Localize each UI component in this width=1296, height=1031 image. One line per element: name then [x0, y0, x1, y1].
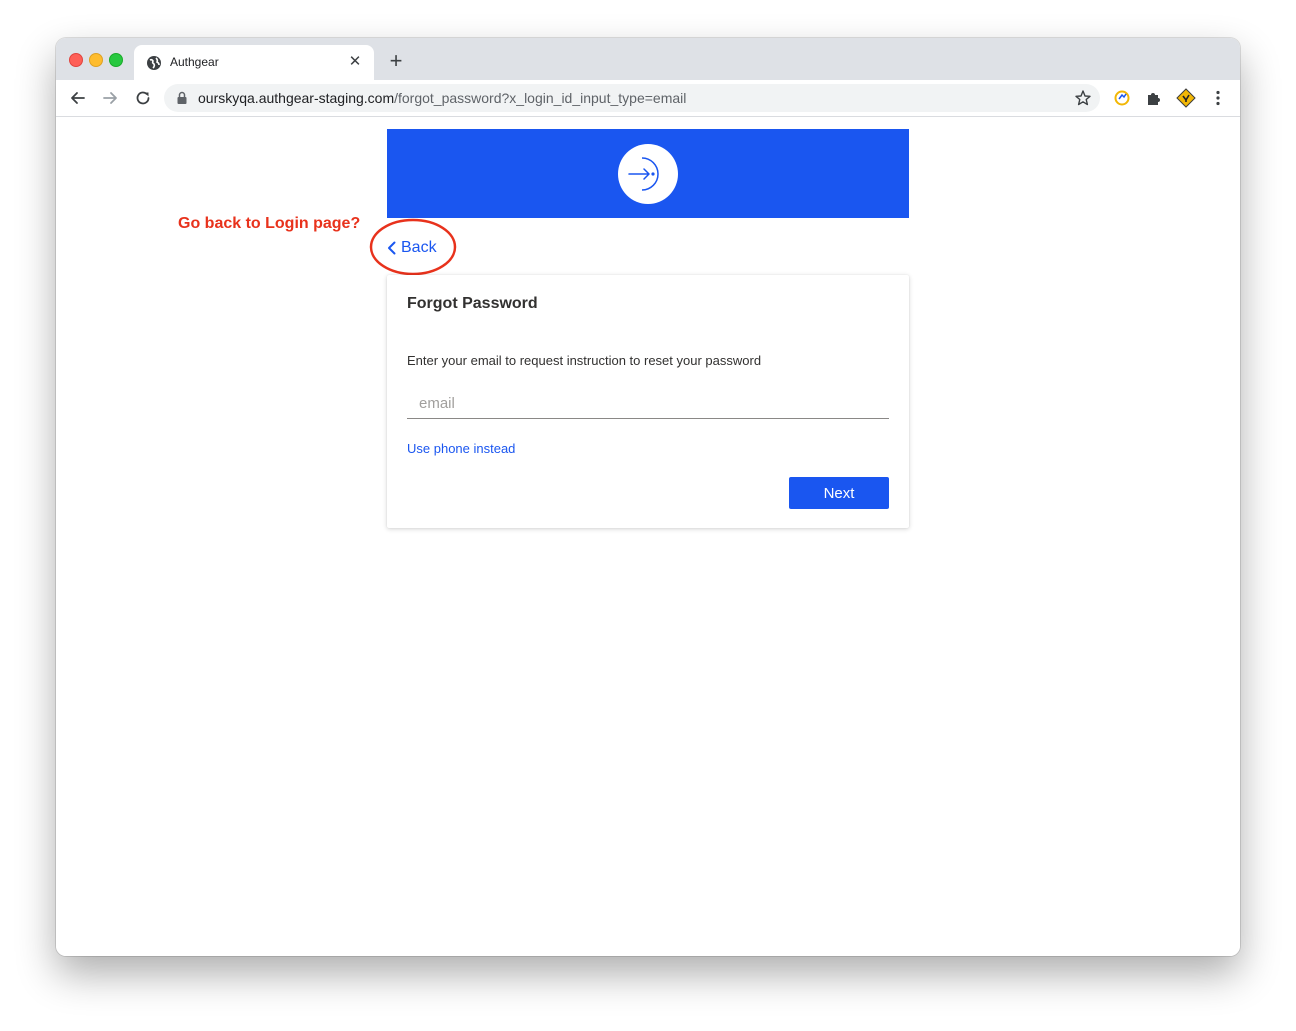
url-host: ourskyqa.authgear-staging.com: [198, 90, 395, 106]
tab-title: Authgear: [170, 55, 219, 69]
globe-icon: [147, 56, 161, 70]
new-tab-button[interactable]: +: [386, 50, 406, 72]
back-link[interactable]: Back: [387, 237, 437, 259]
reload-icon[interactable]: [132, 87, 154, 109]
url-text[interactable]: ourskyqa.authgear-staging.com/forgot_pas…: [198, 90, 686, 106]
title-bar: Authgear ✕ +: [56, 38, 1240, 80]
tab-close-icon[interactable]: ✕: [346, 53, 364, 71]
address-bar[interactable]: ourskyqa.authgear-staging.com/forgot_pas…: [164, 84, 1100, 112]
logo: [618, 144, 678, 204]
arrow-left-icon[interactable]: [67, 87, 89, 109]
extension-badge-icon[interactable]: [1112, 88, 1132, 108]
page-content: Go back to Login page? Back Forgot Passw…: [56, 117, 1240, 956]
star-icon[interactable]: [1074, 89, 1092, 107]
kebab-menu-icon[interactable]: [1208, 88, 1228, 108]
card-title: Forgot Password: [407, 295, 538, 312]
close-window-button[interactable]: [69, 53, 83, 67]
puzzle-icon[interactable]: [1144, 88, 1164, 108]
maximize-window-button[interactable]: [109, 53, 123, 67]
minimize-window-button[interactable]: [89, 53, 103, 67]
use-phone-link[interactable]: Use phone instead: [407, 441, 515, 456]
chevron-left-icon: [388, 241, 396, 255]
next-button[interactable]: Next: [789, 477, 889, 509]
browser-toolbar: ourskyqa.authgear-staging.com/forgot_pas…: [56, 80, 1240, 117]
email-input[interactable]: [407, 389, 889, 419]
back-label: Back: [401, 239, 437, 256]
card-description: Enter your email to request instruction …: [407, 353, 762, 368]
annotation-text: Go back to Login page?: [178, 215, 361, 232]
browser-window: Authgear ✕ + ourskyqa.authgear-staging.c…: [56, 38, 1240, 956]
url-path: /forgot_password?x_login_id_input_type=e…: [394, 90, 687, 106]
diamond-extension-icon[interactable]: [1176, 88, 1196, 108]
lock-icon[interactable]: [176, 91, 188, 105]
forgot-password-card: Forgot Password Enter your email to requ…: [387, 275, 909, 528]
sign-in-arrow-icon: [628, 157, 659, 191]
brand-banner: [387, 129, 909, 218]
arrow-right-icon[interactable]: [99, 87, 121, 109]
browser-tab[interactable]: Authgear ✕: [134, 45, 374, 80]
